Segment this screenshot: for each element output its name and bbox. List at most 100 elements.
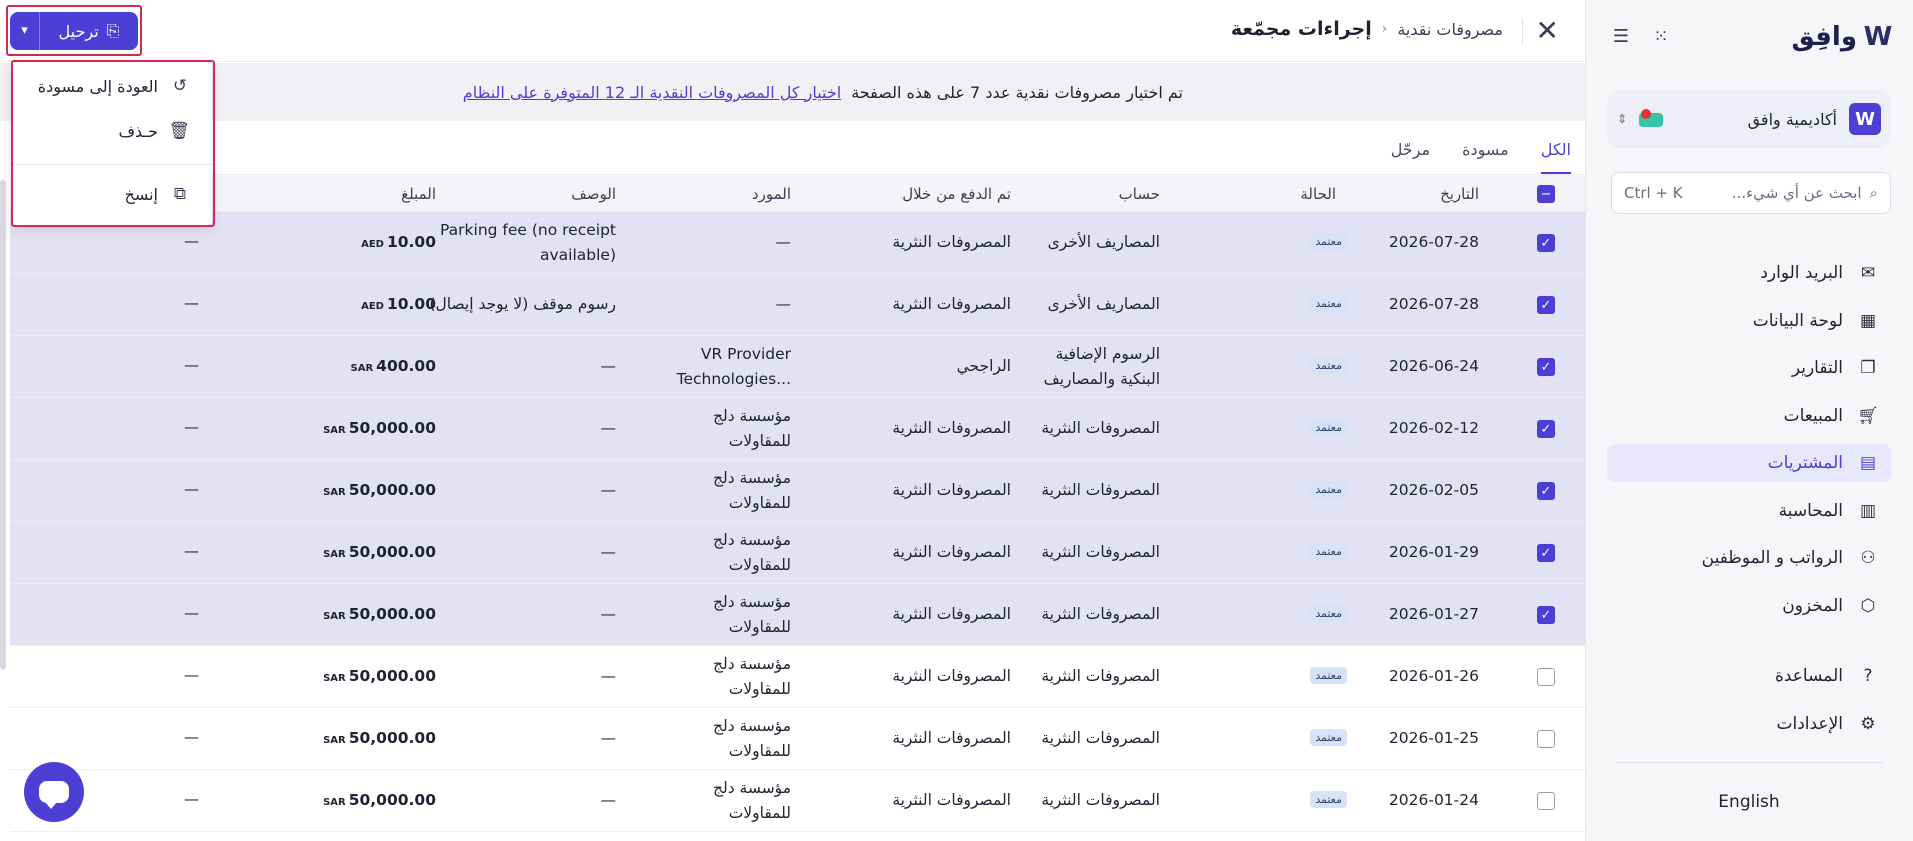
users-icon: ⚇ xyxy=(1860,548,1876,568)
col-vendor[interactable]: المورد xyxy=(752,185,791,203)
sidebar-item-label: البريد الوارد xyxy=(1760,263,1843,283)
table-row[interactable]: 2026-01-24 معتمد المصروفات النثرية المصروفا… xyxy=(10,770,1585,832)
status-badge: معتمد xyxy=(1310,667,1347,684)
cell-amount: SAR 50,000.00 xyxy=(323,419,436,437)
sidebar-item-label: لوحة البيانات xyxy=(1752,310,1843,331)
cell-line: available) xyxy=(539,246,616,264)
table-row[interactable]: 2026-01-25 معتمد المصروفات النثرية المصروفا… xyxy=(10,708,1585,770)
currency-code: SAR xyxy=(323,735,346,746)
table-header: − التاريخ الحالة حساب تم الدفع من خلال ا… xyxy=(10,174,1585,212)
row-checkbox[interactable]: ✓ xyxy=(1537,296,1555,314)
amount-value: 50,000.00 xyxy=(348,481,436,499)
cell-amount: SAR 50,000.00 xyxy=(323,729,436,747)
amount-value: 50,000.00 xyxy=(348,791,436,809)
col-description[interactable]: الوصف xyxy=(571,185,616,203)
currency-code: SAR xyxy=(323,549,346,560)
search-input[interactable]: ⌕ ابحث عن أي شيء... Ctrl + K xyxy=(1611,172,1891,214)
cell-date: 2026-07-28 xyxy=(1388,295,1479,313)
sidebar-item-label: المساعدة xyxy=(1774,666,1843,686)
apps-grid-icon[interactable]: ⁙ xyxy=(1650,26,1672,47)
collapse-sidebar-icon[interactable]: ☰ xyxy=(1610,26,1632,47)
col-date[interactable]: التاريخ xyxy=(1440,185,1479,203)
sidebar-item-accounting[interactable]: ▥ المحاسبة xyxy=(1607,492,1891,530)
cell-account: المصروفات النثرية xyxy=(1041,478,1160,503)
cell-line: — xyxy=(600,419,617,437)
cell-paid-through: المصروفات النثرية xyxy=(892,543,1011,561)
table-row[interactable]: ✓ 2026-02-12 معتمد المصروفات النثرية المصروف… xyxy=(10,398,1585,460)
currency-code: SAR xyxy=(323,611,346,622)
col-paid-through[interactable]: تم الدفع من خلال xyxy=(902,185,1011,203)
col-status[interactable]: الحالة xyxy=(1300,185,1336,203)
select-all-link[interactable]: اختيار كل المصروفات النقدية الـ 12 المتو… xyxy=(463,83,841,102)
tab-draft[interactable]: مسودة xyxy=(1462,130,1509,174)
help-icon: ? xyxy=(1863,666,1873,686)
row-checkbox[interactable]: ✓ xyxy=(1537,544,1555,562)
row-checkbox[interactable]: ✓ xyxy=(1537,420,1555,438)
table-row[interactable]: ✓ 2026-06-24 معتمد الرسوم الإضافية البنكية و… xyxy=(10,336,1585,398)
table-row[interactable]: ✓ 2026-01-29 معتمد المصروفات النثرية المصروف… xyxy=(10,522,1585,584)
cell-paid-through: المصروفات النثرية xyxy=(892,791,1011,809)
row-checkbox[interactable] xyxy=(1537,792,1555,810)
table-row[interactable]: ✓ 2026-02-05 معتمد المصروفات النثرية المصروف… xyxy=(10,460,1585,522)
sidebar-item-payroll[interactable]: ⚇ الرواتب و الموظفين xyxy=(1607,539,1891,577)
status-badge: معتمد xyxy=(1310,357,1347,374)
cell-paid-through: المصروفات النثرية xyxy=(892,605,1011,623)
cell-vendor: مؤسسة دلج للمقاولات xyxy=(713,590,791,640)
sidebar-item-inbox[interactable]: ✉ البريد الوارد xyxy=(1607,254,1891,292)
cell-description: — xyxy=(601,354,617,379)
org-switcher[interactable]: W أكاديمية وافق ⇕ xyxy=(1607,90,1891,148)
table-row[interactable]: ✓ 2026-07-28 معتمد المصاريف الأخرى المصروفات… xyxy=(10,212,1585,274)
app-logo[interactable]: W وافِق xyxy=(1791,22,1893,52)
select-all-checkbox[interactable]: − xyxy=(1537,185,1555,203)
tab-posted[interactable]: مرحّل xyxy=(1391,130,1430,174)
row-checkbox[interactable]: ✓ xyxy=(1537,234,1555,252)
sidebar-item-inventory[interactable]: ⬡ المخزون xyxy=(1607,587,1891,625)
cell-paid-through: المصروفات النثرية xyxy=(892,419,1011,437)
row-checkbox[interactable]: ✓ xyxy=(1537,606,1555,624)
cell-line: مؤسسة دلج xyxy=(713,717,791,735)
col-account[interactable]: حساب xyxy=(1119,185,1160,203)
cell-line: — xyxy=(600,357,617,375)
tab-all[interactable]: الكل xyxy=(1540,130,1571,174)
cell-date: 2026-01-24 xyxy=(1388,791,1479,809)
row-checkbox[interactable]: ✓ xyxy=(1537,358,1555,376)
sidebar-item-settings[interactable]: ⚙ الإعدادات xyxy=(1607,705,1891,743)
sidebar-item-help[interactable]: ? المساعدة xyxy=(1607,657,1891,695)
sidebar-item-sales[interactable]: 🛒︎ المبيعات xyxy=(1607,397,1891,435)
language-switch[interactable]: English xyxy=(1585,792,1913,812)
table-row[interactable]: ✓ 2026-01-27 معتمد المصروفات النثرية المصروف… xyxy=(10,584,1585,646)
row-checkbox[interactable] xyxy=(1537,730,1555,748)
row-checkbox[interactable] xyxy=(1537,668,1555,686)
table-row[interactable]: 2026-01-26 معتمد المصروفات النثرية المصروفا… xyxy=(10,646,1585,708)
notification-car-icon[interactable] xyxy=(1639,109,1665,129)
cell-description: — xyxy=(601,416,617,441)
dashboard-icon: ▦ xyxy=(1859,310,1877,331)
cell-date: 2026-02-05 xyxy=(1388,481,1479,499)
cell-vendor: مؤسسة دلج للمقاولات xyxy=(713,652,791,702)
cell-amount: SAR 50,000.00 xyxy=(323,667,436,685)
cell-line: Technologies... xyxy=(676,370,791,388)
cell-line: — xyxy=(600,543,617,561)
cell-vendor: VR Provider Technologies... xyxy=(677,342,791,392)
status-tabs: الكل مسودة مرحّل xyxy=(1391,130,1571,174)
cell-line: مؤسسة دلج xyxy=(713,779,791,797)
sidebar-item-purchases[interactable]: ▤ المشتريات xyxy=(1607,444,1891,482)
sidebar-item-dashboard[interactable]: ▦ لوحة البيانات xyxy=(1607,302,1891,340)
table-row[interactable]: ✓ 2026-07-28 معتمد المصاريف الأخرى المصروفات… xyxy=(10,274,1585,336)
scrollbar[interactable] xyxy=(0,180,6,670)
sidebar-item-reports[interactable]: ❐ التقارير xyxy=(1607,349,1891,387)
breadcrumb-parent[interactable]: مصروفات نقدية xyxy=(1397,20,1503,39)
currency-code: AED xyxy=(361,239,384,250)
chat-button[interactable] xyxy=(24,762,84,822)
status-badge: معتمد xyxy=(1310,729,1347,746)
amount-value: 50,000.00 xyxy=(348,543,436,561)
cell-line: — xyxy=(600,481,617,499)
row-checkbox[interactable]: ✓ xyxy=(1537,482,1555,500)
sidebar-item-label: الإعدادات xyxy=(1776,713,1843,734)
cell-account: المصروفات النثرية xyxy=(1041,602,1160,627)
org-name: أكاديمية وافق xyxy=(1747,109,1837,129)
close-icon[interactable]: ✕ xyxy=(1536,14,1559,47)
currency-code: SAR xyxy=(323,673,346,684)
col-amount[interactable]: المبلغ xyxy=(401,185,436,203)
chevron-left-icon: ‹ xyxy=(1381,21,1388,37)
